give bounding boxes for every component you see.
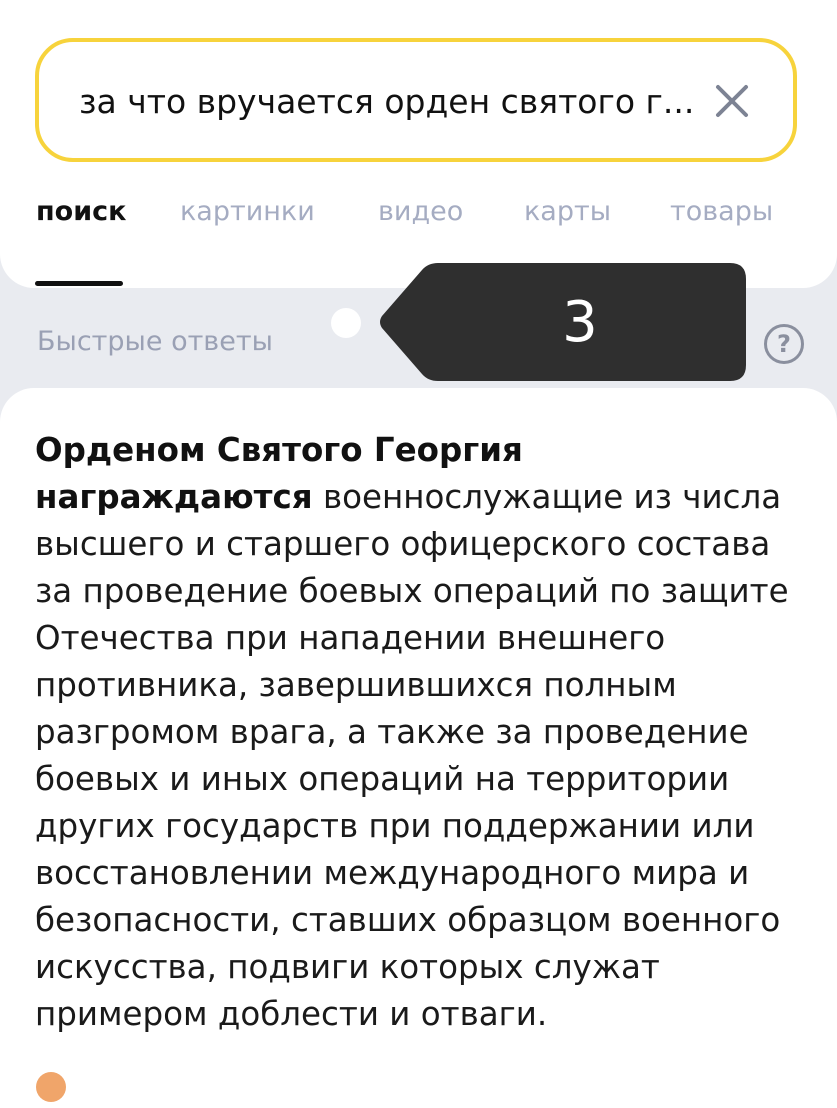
tab-maps[interactable]: карты [524, 196, 611, 227]
close-icon [716, 85, 748, 117]
tab-images[interactable]: картинки [180, 196, 315, 227]
tab-video[interactable]: видео [378, 196, 463, 227]
source-favicon-icon[interactable] [36, 1072, 66, 1102]
search-input[interactable]: за что вручается орден святого г... [35, 38, 797, 162]
search-query-text[interactable]: за что вручается орден святого г... [79, 82, 694, 121]
answer-text: Орденом Святого Георгия награждаются вое… [35, 427, 805, 1038]
tab-goods[interactable]: товары [670, 196, 773, 227]
tab-search[interactable]: поиск [36, 196, 126, 227]
quick-answers-label: Быстрые ответы [37, 326, 273, 357]
question-circle-icon[interactable]: ? [764, 324, 804, 364]
tooltip-anchor-dot [331, 308, 361, 338]
answer-body: военнослужащие из числа высшего и старше… [35, 478, 789, 1033]
search-header: за что вручается орден святого г... поис… [0, 0, 837, 288]
active-tab-indicator [35, 281, 123, 286]
search-tabs: поиск картинки видео карты товары [0, 196, 837, 246]
clear-search-button[interactable] [709, 78, 755, 124]
tooltip-number: 3 [562, 290, 598, 355]
